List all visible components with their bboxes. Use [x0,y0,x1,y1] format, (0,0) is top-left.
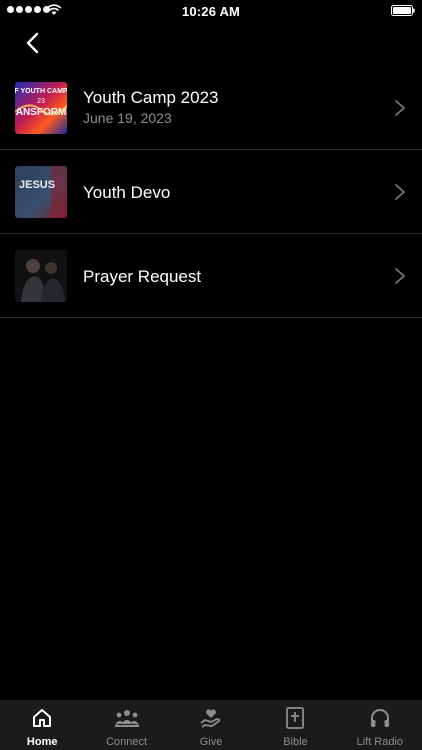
svg-text:23: 23 [37,98,45,105]
status-bar: 10:26 AM [0,0,422,22]
chevron-right-icon [395,268,405,284]
item-title: Youth Camp 2023 [83,88,219,107]
tab-lift-radio[interactable]: Lift Radio [338,700,422,750]
chevron-right-icon [395,184,405,200]
chevron-right-icon [395,100,405,116]
list-item-youth-camp[interactable]: F YOUTH CAMP 23 ANSFORM Youth Camp 2023 … [0,66,422,150]
tab-label: Lift Radio [356,736,404,748]
tab-label: Connect [106,736,148,748]
tab-label: Bible [283,736,308,748]
headphones-icon [370,709,389,727]
item-title: Prayer Request [83,267,202,286]
tab-label: Home [26,736,58,748]
back-button[interactable] [20,30,46,56]
content-list: F YOUTH CAMP 23 ANSFORM Youth Camp 2023 … [0,66,422,318]
tab-give[interactable]: Give [169,700,253,750]
youth-devo-thumbnail: JESUS [15,166,67,218]
status-time: 10:26 AM [181,4,241,19]
tab-bible[interactable]: Bible [253,700,337,750]
tab-home[interactable]: Home [0,700,84,750]
people-icon [114,710,139,727]
item-title: Youth Devo [83,183,171,202]
home-icon [33,709,52,727]
youth-camp-thumbnail: F YOUTH CAMP 23 ANSFORM [15,82,67,134]
prayer-thumbnail [15,250,67,302]
give-hand-heart-icon [200,709,221,728]
tab-label: Give [199,736,223,748]
tab-connect[interactable]: Connect [84,700,168,750]
svg-text:JESUS: JESUS [19,179,55,191]
tab-bar: Home Connect Give Bible Lift Radio [0,700,422,750]
list-item-prayer-request[interactable]: Prayer Request [0,234,422,318]
battery-icon [391,5,415,16]
svg-text:ANSFORM: ANSFORM [16,107,67,118]
item-subtitle: June 19, 2023 [83,110,172,126]
bible-icon [286,707,305,729]
list-item-youth-devo[interactable]: JESUS Youth Devo [0,150,422,234]
svg-text:F YOUTH CAMP: F YOUTH CAMP [15,88,67,95]
